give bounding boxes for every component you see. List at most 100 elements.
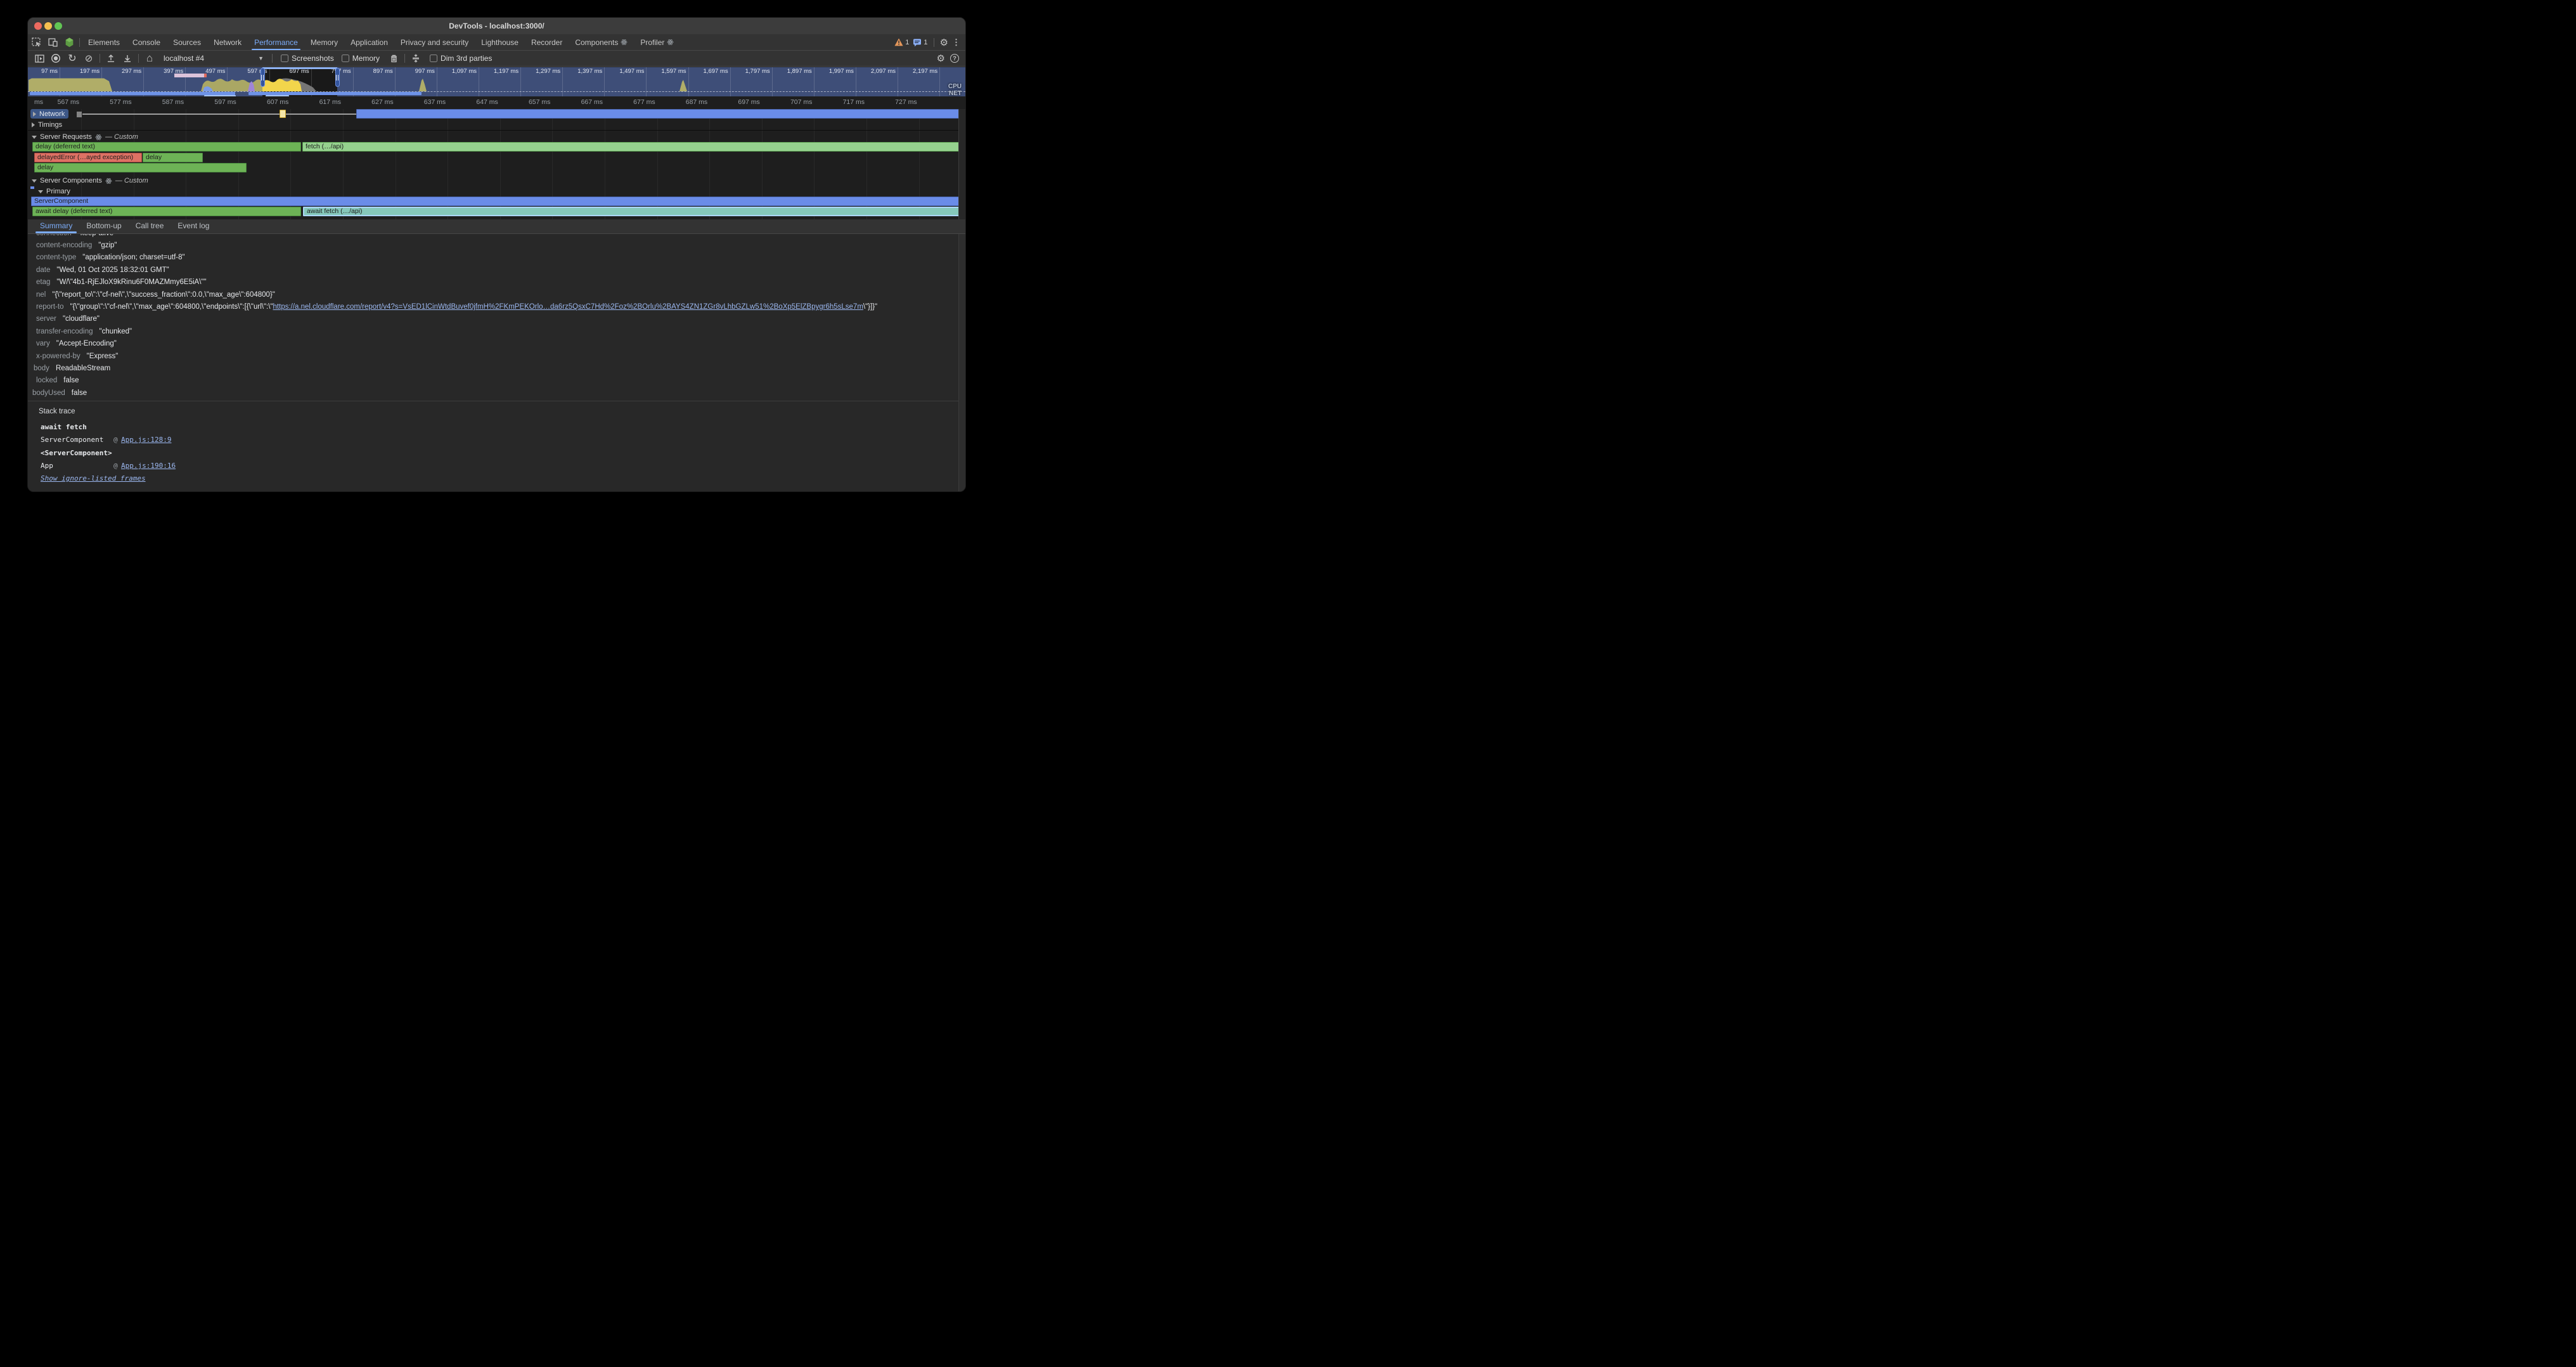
expand-icon[interactable]	[33, 112, 36, 117]
tab-elements[interactable]: Elements	[82, 34, 126, 50]
toggle-sidebar-icon[interactable]	[32, 52, 47, 65]
messages-indicator[interactable]: 1	[913, 38, 927, 47]
track-header-primary[interactable]: Primary	[38, 188, 70, 195]
tab-recorder[interactable]: Recorder	[525, 34, 569, 50]
frame-source-link[interactable]: App.js:190:16	[121, 462, 176, 470]
device-toolbar-icon[interactable]	[44, 34, 61, 50]
tab-label: Sources	[173, 35, 201, 50]
tab-network[interactable]: Network	[207, 34, 248, 50]
timeline-ruler[interactable]: ms 567 ms577 ms587 ms597 ms607 ms617 ms6…	[28, 96, 965, 110]
inspect-element-icon[interactable]	[28, 34, 44, 50]
drawer-tab-event-log[interactable]: Event log	[171, 219, 216, 233]
show-ignore-listed-label[interactable]: Show ignore-listed frames	[41, 474, 146, 483]
net-track-label: NET	[949, 90, 962, 96]
summary-key: body	[34, 365, 49, 372]
frame-source-link[interactable]: App.js:128:9	[121, 436, 171, 444]
record-button[interactable]	[48, 52, 63, 65]
stack-frame[interactable]: ServerComponent@App.js:128:9	[41, 436, 953, 446]
bar-label: await fetch (…/api)	[307, 207, 363, 215]
frame-at-symbol: @	[113, 436, 118, 444]
summary-pane[interactable]: connection"keep-alive"content-encoding"g…	[28, 234, 959, 401]
settings-gear-icon[interactable]: ⚙	[940, 37, 948, 48]
separator	[138, 54, 139, 63]
warnings-indicator[interactable]: 1	[894, 38, 909, 46]
server-component-bar[interactable]: ServerComponent	[31, 197, 960, 206]
garbage-collect-icon[interactable]	[386, 52, 401, 65]
ruler-tick-label: 647 ms	[451, 98, 498, 106]
collapse-icon[interactable]	[38, 190, 43, 193]
tab-performance[interactable]: Performance	[248, 34, 304, 50]
selection-handle-right[interactable]	[335, 68, 340, 87]
save-profile-icon[interactable]	[120, 52, 135, 65]
expand-icon[interactable]	[32, 122, 35, 127]
home-button[interactable]: ⌂	[142, 52, 157, 65]
summary-value: "keep-alive"	[78, 234, 117, 237]
custom-track-suffix: — Custom	[115, 177, 148, 185]
show-ignore-listed-link[interactable]: Show ignore-listed frames	[41, 474, 953, 484]
clear-button[interactable]: ⊘	[81, 52, 96, 65]
drawer-tab-summary[interactable]: Summary	[33, 219, 79, 233]
network-selected-marker[interactable]	[280, 110, 286, 118]
server-request-bar[interactable]: delayedError (…ayed exception)	[34, 153, 142, 162]
server-request-bar[interactable]: fetch (…/api)	[302, 142, 960, 152]
drawer-tab-bottom-up[interactable]: Bottom-up	[79, 219, 128, 233]
track-header-timings[interactable]: Timings	[32, 121, 62, 129]
summary-row: connection"keep-alive"	[28, 234, 959, 239]
stack-frame[interactable]: App@App.js:190:16	[41, 462, 953, 472]
server-requests-track-label: Server Requests	[40, 133, 92, 141]
tab-application[interactable]: Application	[344, 34, 394, 50]
collapse-tracks-icon[interactable]	[408, 52, 423, 65]
track-header-network[interactable]: Network	[30, 109, 68, 119]
collapse-icon[interactable]	[32, 136, 37, 139]
summary-value: false	[72, 389, 87, 397]
tab-components[interactable]: Components	[569, 34, 634, 50]
server-request-bar[interactable]: delay (deferred text)	[32, 142, 301, 152]
record-and-reload-button[interactable]: ↻	[65, 52, 80, 65]
overview-tick-label: 1,897 ms	[768, 68, 812, 75]
server-component-bar[interactable]: await fetch (…/api)	[303, 207, 960, 216]
dim-3rd-parties-checkbox-group[interactable]: Dim 3rd parties	[430, 54, 492, 63]
memory-checkbox	[342, 55, 349, 62]
track-header-server-components[interactable]: Server Components — Custom	[32, 177, 148, 185]
overview-tick-label: 1,197 ms	[474, 68, 518, 75]
panel-settings-gear-icon[interactable]: ⚙	[937, 53, 945, 64]
drawer-tab-call-tree[interactable]: Call tree	[129, 219, 171, 233]
network-request-bar[interactable]	[356, 109, 960, 119]
history-select[interactable]: localhost #4 ▼	[160, 53, 267, 65]
load-profile-icon[interactable]	[103, 52, 119, 65]
overview-tick-label: 1,597 ms	[642, 68, 686, 75]
tab-memory[interactable]: Memory	[304, 34, 344, 50]
tab-privacy-and-security[interactable]: Privacy and security	[394, 34, 475, 50]
stack-heading: <ServerComponent>	[41, 449, 953, 459]
tab-console[interactable]: Console	[126, 34, 167, 50]
server-request-bar[interactable]: delay	[143, 153, 203, 162]
timings-track-label: Timings	[38, 121, 62, 129]
performance-toolbar: ↻ ⊘ ⌂ localhost #4 ▼ Screenshots Memory	[28, 51, 965, 67]
tab-lighthouse[interactable]: Lighthouse	[475, 34, 525, 50]
react-atom-icon	[95, 134, 102, 141]
screenshots-checkbox-group[interactable]: Screenshots	[281, 54, 334, 63]
flame-chart[interactable]: Network Timings Server Requests — Custom…	[28, 109, 965, 219]
overview-tick-label: 1,097 ms	[432, 68, 477, 75]
network-track[interactable]: Network	[28, 109, 965, 119]
react-devtools-icon[interactable]	[61, 34, 77, 50]
ruler-tick-label: 697 ms	[713, 98, 760, 106]
report-to-link[interactable]: https://a.nel.cloudflare.com/report/v4?s…	[273, 303, 863, 311]
summary-row: vary"Accept-Encoding"	[28, 338, 959, 350]
ruler-tick-label: 687 ms	[660, 98, 707, 106]
frame-at-symbol: @	[113, 462, 118, 470]
collapse-icon[interactable]	[32, 179, 37, 183]
selection-handle-left[interactable]	[261, 68, 265, 87]
track-header-server-requests[interactable]: Server Requests — Custom	[32, 133, 138, 141]
tab-profiler[interactable]: Profiler	[634, 34, 680, 50]
server-request-bar[interactable]: delay	[34, 163, 247, 172]
kebab-menu-icon[interactable]: ⋮	[952, 37, 960, 48]
memory-checkbox-group[interactable]: Memory	[342, 54, 380, 63]
timeline-overview[interactable]: 97 ms197 ms297 ms397 ms497 ms597 ms697 m…	[28, 67, 965, 96]
screenshots-label: Screenshots	[292, 54, 334, 63]
help-icon[interactable]: ?	[950, 54, 959, 63]
tab-sources[interactable]: Sources	[167, 34, 207, 50]
server-component-bar[interactable]: await delay (deferred text)	[32, 207, 301, 216]
ruler-tick-label: 667 ms	[556, 98, 603, 106]
summary-row: server"cloudflare"	[28, 313, 959, 325]
